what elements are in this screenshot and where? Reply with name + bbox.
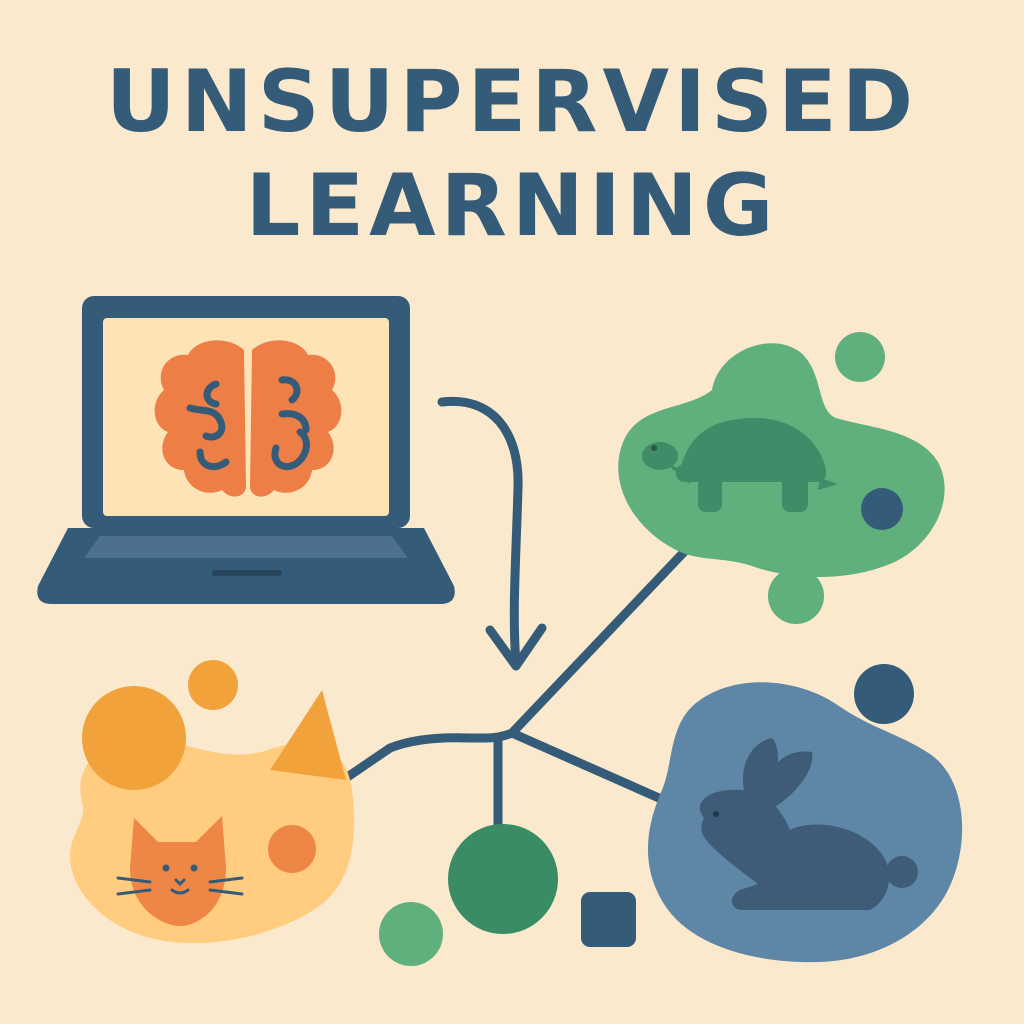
branch-to-rabbit [507, 728, 673, 807]
navy-dot-top [854, 664, 914, 724]
laptop-trackpad [212, 570, 282, 576]
orange-dot-small [188, 660, 238, 710]
green-dot-bottom [768, 568, 824, 624]
orange-dot-red [268, 825, 316, 873]
blue-cluster [647, 664, 963, 963]
orange-dot-large [82, 686, 186, 790]
green-dot-top [835, 332, 885, 382]
navy-dot [861, 488, 903, 530]
bottom-nodes [379, 824, 636, 966]
branch-to-turtle [507, 547, 689, 738]
green-node-large [448, 824, 558, 934]
illustration [37, 296, 963, 966]
orange-triangle [270, 690, 346, 780]
green-node-small [379, 902, 443, 966]
laptop-keyboard [84, 536, 408, 558]
curved-arrow-down-icon [437, 396, 547, 671]
navy-square [581, 892, 636, 947]
branch-to-cat [341, 728, 517, 783]
laptop-icon [37, 296, 455, 604]
laptop-screen [103, 318, 389, 516]
